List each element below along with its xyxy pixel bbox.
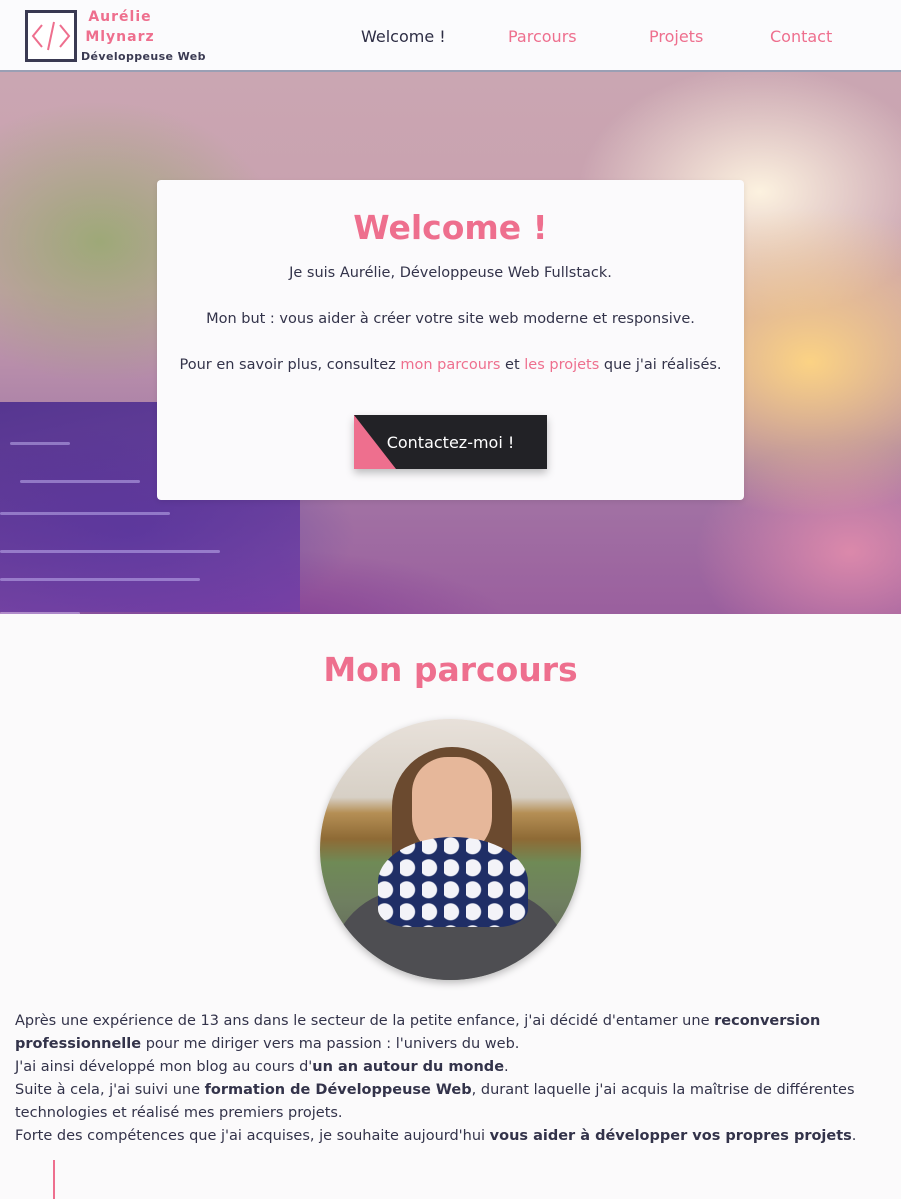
brand-last-name: Mlynarz: [85, 29, 155, 45]
bio-text-span: Après une expérience de 13 ans dans le s…: [15, 1013, 715, 1029]
contact-me-button[interactable]: Contactez-moi !: [354, 415, 547, 469]
more-info-line: Pour en savoir plus, consultez mon parco…: [157, 357, 744, 373]
more-info-mid: et: [500, 357, 525, 373]
bio-paragraph-3: Suite à cela, j'ai suivi une formation d…: [15, 1079, 885, 1125]
bio-text-span: Forte des compétences que j'ai acquises,…: [15, 1128, 490, 1144]
code-logo-icon[interactable]: [25, 10, 77, 62]
brand-first-name: Aurélie: [88, 9, 152, 25]
nav-welcome[interactable]: Welcome !: [361, 27, 446, 46]
welcome-card: Welcome ! Je suis Aurélie, Développeuse …: [157, 180, 744, 500]
parcours-title: Mon parcours: [323, 650, 578, 689]
profile-photo: [320, 719, 581, 980]
goal-line: Mon but : vous aider à créer votre site …: [206, 311, 695, 327]
link-les-projets[interactable]: les projets: [524, 357, 599, 373]
link-mon-parcours[interactable]: mon parcours: [400, 357, 500, 373]
more-info-suffix: que j'ai réalisés.: [599, 357, 722, 373]
bio-highlight: un an autour du monde: [312, 1059, 505, 1075]
timeline-line: [53, 1160, 55, 1199]
bio-text: Après une expérience de 13 ans dans le s…: [15, 1010, 885, 1148]
more-info-prefix: Pour en savoir plus, consultez: [179, 357, 401, 373]
nav-parcours[interactable]: Parcours: [508, 27, 577, 46]
bio-paragraph-4: Forte des compétences que j'ai acquises,…: [15, 1125, 885, 1148]
welcome-title: Welcome !: [353, 208, 548, 247]
contact-me-label: Contactez-moi !: [386, 432, 515, 452]
nav-contact[interactable]: Contact: [770, 27, 832, 46]
nav-projets[interactable]: Projets: [649, 27, 703, 46]
bio-text-span: pour me diriger vers ma passion : l'univ…: [141, 1036, 520, 1052]
bio-paragraph-2: J'ai ainsi développé mon blog au cours d…: [15, 1056, 885, 1079]
bio-text-span: .: [851, 1128, 857, 1144]
bio-text-span: .: [504, 1059, 509, 1075]
intro-line: Je suis Aurélie, Développeuse Web Fullst…: [289, 265, 612, 281]
bio-paragraph-1: Après une expérience de 13 ans dans le s…: [15, 1010, 885, 1056]
brand-subtitle: Développeuse Web: [81, 50, 206, 63]
bio-text-span: J'ai ainsi développé mon blog au cours d…: [15, 1059, 313, 1075]
site-header: Aurélie Mlynarz Développeuse Web Welcome…: [0, 0, 901, 72]
bio-highlight: formation de Développeuse Web: [204, 1082, 472, 1098]
bio-text-span: Suite à cela, j'ai suivi une: [15, 1082, 205, 1098]
hero-banner: Welcome ! Je suis Aurélie, Développeuse …: [0, 72, 901, 614]
bio-highlight: vous aider à développer vos propres proj…: [489, 1128, 852, 1144]
